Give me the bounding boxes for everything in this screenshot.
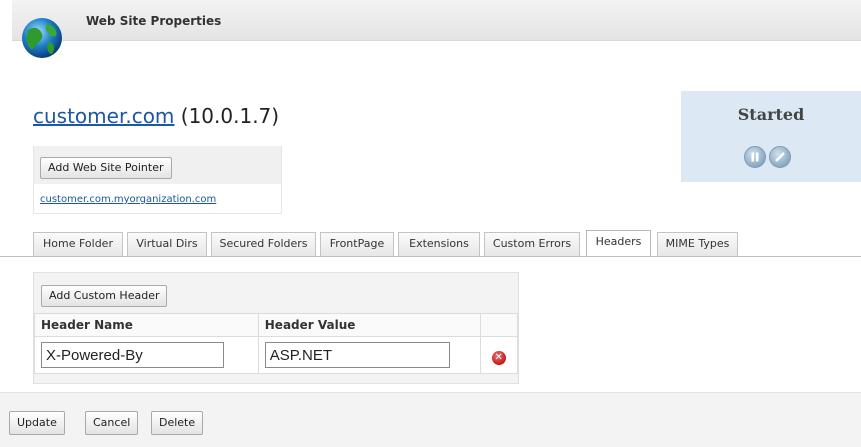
- header-value-cell: [257, 336, 481, 374]
- column-actions: [479, 313, 519, 337]
- tab-frontpage[interactable]: FrontPage: [320, 232, 394, 256]
- site-pointer-link[interactable]: customer.com.myorganization.com: [40, 194, 216, 205]
- site-pointer-panel: Add Web Site Pointer customer.com.myorga…: [33, 146, 282, 214]
- site-title: customer.com (10.0.1.7): [33, 104, 279, 128]
- site-name-link[interactable]: customer.com: [33, 104, 174, 128]
- tab-secured-folders[interactable]: Secured Folders: [211, 232, 316, 256]
- add-web-site-pointer-button[interactable]: Add Web Site Pointer: [40, 157, 172, 179]
- window-title: Web Site Properties: [86, 14, 222, 28]
- headers-table: Header Name Header Value ✕: [34, 313, 519, 374]
- tab-virtual-dirs[interactable]: Virtual Dirs: [127, 232, 207, 256]
- tab-mime-types[interactable]: MIME Types: [657, 232, 738, 256]
- delete-icon[interactable]: ✕: [491, 351, 506, 365]
- stop-icon[interactable]: [769, 146, 791, 168]
- status-panel: Started: [681, 91, 861, 182]
- header-name-cell: [34, 336, 259, 374]
- update-button[interactable]: Update: [9, 411, 65, 435]
- table-row: ✕: [34, 336, 519, 374]
- tab-custom-errors[interactable]: Custom Errors: [484, 232, 580, 256]
- header-name-input[interactable]: [41, 342, 224, 368]
- table-header-row: Header Name Header Value: [34, 313, 519, 337]
- footer-bar: Update Cancel Delete: [0, 392, 861, 447]
- tab-headers[interactable]: Headers: [586, 230, 651, 256]
- tab-home-folder[interactable]: Home Folder: [33, 232, 123, 256]
- custom-headers-panel: Add Custom Header Header Name Header Val…: [33, 272, 519, 384]
- header-value-input[interactable]: [264, 342, 450, 368]
- status-text: Started: [737, 105, 805, 124]
- pause-icon[interactable]: [744, 146, 766, 168]
- column-header-value: Header Value: [257, 313, 481, 337]
- web-site-properties-window: Web Site Properties customer.com (10.0.1…: [0, 0, 861, 447]
- tab-extensions[interactable]: Extensions: [398, 232, 480, 256]
- delete-button[interactable]: Delete: [151, 411, 204, 435]
- title-bar: Web Site Properties: [12, 0, 861, 41]
- globe-icon: [22, 18, 62, 58]
- add-custom-header-button[interactable]: Add Custom Header: [41, 285, 168, 307]
- site-ip: (10.0.1.7): [180, 104, 280, 128]
- tab-divider: [0, 256, 861, 257]
- pointer-toolbar: Add Web Site Pointer: [34, 146, 281, 184]
- cancel-button[interactable]: Cancel: [85, 411, 139, 435]
- delete-cell: ✕: [479, 336, 519, 374]
- column-header-name: Header Name: [34, 313, 259, 337]
